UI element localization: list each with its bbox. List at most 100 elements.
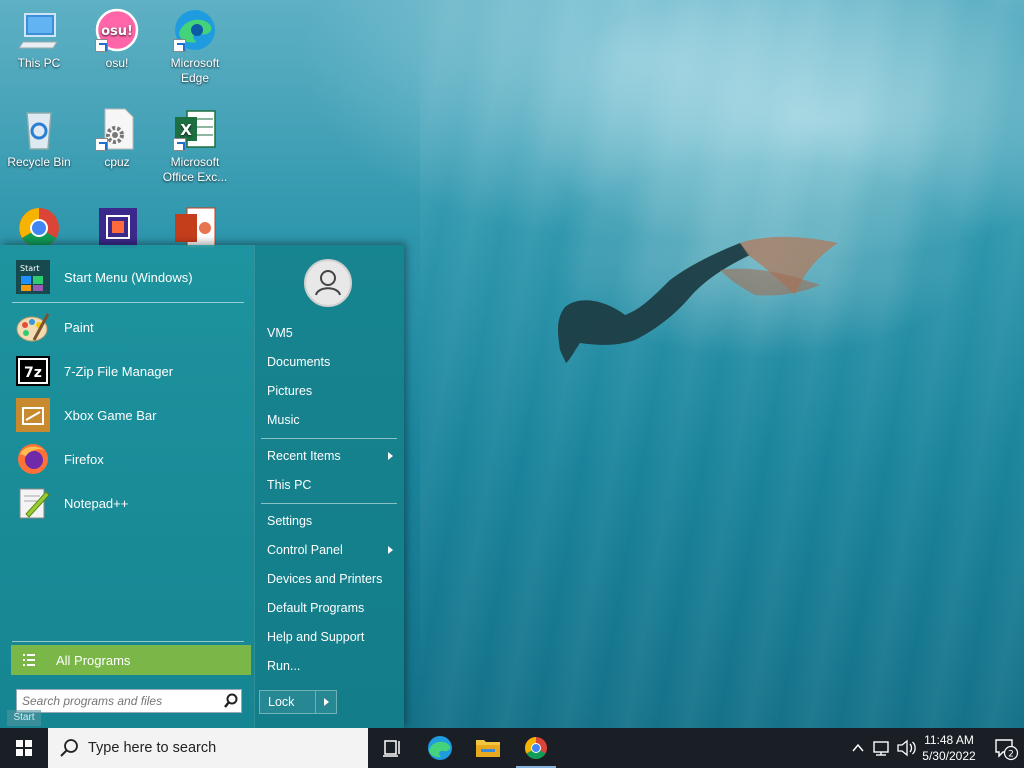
desktop-icon-label: Microsoft Office Exc... bbox=[162, 155, 228, 184]
lock-label: Lock bbox=[268, 695, 295, 709]
user-avatar[interactable] bbox=[304, 259, 352, 307]
pinned-item-label: 7-Zip File Manager bbox=[64, 363, 174, 379]
pinned-item-start-menu[interactable]: Start Start Menu (Windows) bbox=[10, 257, 246, 297]
pinned-item-label: Xbox Game Bar bbox=[64, 407, 157, 423]
taskbar-chrome[interactable] bbox=[512, 728, 560, 768]
pinned-item-label: Firefox bbox=[64, 451, 104, 467]
lock-options-chevron-icon[interactable] bbox=[316, 691, 336, 713]
start-menu-icon: Start bbox=[16, 260, 50, 294]
places-settings[interactable]: Settings bbox=[261, 508, 399, 534]
places-separator bbox=[261, 438, 397, 439]
places-user[interactable]: VM5 bbox=[261, 320, 399, 346]
powerpoint-icon bbox=[173, 206, 217, 250]
computer-icon bbox=[17, 8, 61, 52]
desktop-icon-label: osu! bbox=[105, 56, 129, 70]
chevron-right-icon bbox=[388, 452, 393, 460]
svg-text:2: 2 bbox=[1008, 750, 1014, 760]
svg-text:7z: 7z bbox=[24, 365, 42, 381]
shortcut-arrow-icon bbox=[173, 39, 186, 52]
edge-icon bbox=[428, 736, 452, 760]
start-button[interactable] bbox=[0, 728, 48, 768]
clock-time: 11:48 AM bbox=[924, 733, 974, 747]
clock[interactable]: 11:48 AM 5/30/2022 bbox=[918, 732, 980, 764]
shortcut-arrow-icon bbox=[95, 39, 108, 52]
start-search-input[interactable] bbox=[17, 691, 221, 711]
clock-date: 5/30/2022 bbox=[922, 749, 976, 763]
pinned-item-firefox[interactable]: Firefox bbox=[10, 439, 246, 479]
shortcut-arrow-icon bbox=[95, 138, 108, 151]
paint-palette-icon bbox=[16, 310, 50, 344]
all-programs-label: All Programs bbox=[56, 652, 131, 668]
excel-icon: X bbox=[173, 107, 217, 151]
desktop-icon-excel[interactable]: X Microsoft Office Exc... bbox=[158, 107, 232, 185]
desktop-icon-recycle-bin[interactable]: Recycle Bin bbox=[2, 107, 76, 170]
places-run[interactable]: Run... bbox=[261, 653, 399, 679]
windows-logo-icon bbox=[16, 740, 32, 756]
edge-icon bbox=[173, 8, 217, 52]
svg-text:Start: Start bbox=[20, 264, 40, 273]
pinned-separator bbox=[12, 302, 244, 303]
desktop-icon-label: cpuz bbox=[104, 155, 130, 169]
start-menu-places-pane: VM5 Documents Pictures Music Recent Item… bbox=[254, 245, 404, 728]
start-search-box[interactable] bbox=[16, 689, 242, 713]
pinned-item-7zip[interactable]: 7z 7-Zip File Manager bbox=[10, 351, 246, 391]
places-default-programs[interactable]: Default Programs bbox=[261, 595, 399, 621]
pinned-item-xbox-game-bar[interactable]: Xbox Game Bar bbox=[10, 395, 246, 435]
action-center-button[interactable]: 2 bbox=[984, 728, 1024, 768]
places-this-pc[interactable]: This PC bbox=[261, 472, 399, 498]
places-separator bbox=[261, 503, 397, 504]
places-pictures[interactable]: Pictures bbox=[261, 378, 399, 404]
taskbar: Type here to search 11:48 AM 5/30/2022 2 bbox=[0, 728, 1024, 768]
lock-button[interactable]: Lock bbox=[259, 690, 337, 714]
pinned-item-paint[interactable]: Paint bbox=[10, 307, 246, 347]
chrome-icon bbox=[525, 737, 547, 759]
recycle-bin-icon bbox=[17, 107, 61, 151]
places-control-panel[interactable]: Control Panel bbox=[261, 537, 399, 563]
desktop-icon-label: Microsoft Edge bbox=[170, 56, 220, 85]
folder-icon bbox=[476, 740, 500, 757]
taskbar-edge[interactable] bbox=[416, 728, 464, 768]
cpuz-file-icon bbox=[95, 107, 139, 151]
osu-icon: osu! bbox=[95, 8, 139, 52]
all-programs-separator bbox=[12, 641, 244, 642]
notification-icon: 2 bbox=[995, 739, 1019, 761]
desktop-icon-osu[interactable]: osu! osu! bbox=[80, 8, 154, 71]
xbox-game-bar-icon bbox=[16, 398, 50, 432]
volume-icon[interactable] bbox=[894, 728, 918, 768]
network-icon[interactable] bbox=[870, 728, 894, 768]
desktop-icon-this-pc[interactable]: This PC bbox=[2, 8, 76, 71]
wallpaper-diver bbox=[557, 236, 838, 363]
search-icon[interactable] bbox=[221, 691, 241, 711]
taskbar-search-placeholder: Type here to search bbox=[88, 740, 217, 756]
task-view-button[interactable] bbox=[368, 728, 416, 768]
user-icon bbox=[315, 270, 341, 296]
cpu-chip-icon bbox=[95, 206, 139, 250]
pinned-item-notepad-plus-plus[interactable]: Notepad++ bbox=[10, 483, 246, 523]
start-tooltip: Start bbox=[7, 710, 41, 726]
places-documents[interactable]: Documents bbox=[261, 349, 399, 375]
notepad-plus-plus-icon bbox=[16, 486, 50, 520]
task-view-icon bbox=[383, 740, 400, 757]
chevron-right-icon bbox=[388, 546, 393, 554]
firefox-icon bbox=[16, 442, 50, 476]
desktop-icon-label: Recycle Bin bbox=[7, 155, 71, 169]
list-icon bbox=[11, 645, 45, 675]
seven-zip-icon: 7z bbox=[16, 354, 50, 388]
system-tray: 11:48 AM 5/30/2022 2 bbox=[846, 728, 1024, 768]
desktop-icon-edge[interactable]: Microsoft Edge bbox=[158, 8, 232, 86]
taskbar-file-explorer[interactable] bbox=[464, 728, 512, 768]
svg-text:X: X bbox=[180, 121, 192, 139]
taskbar-search-box[interactable]: Type here to search bbox=[48, 728, 368, 768]
all-programs-button[interactable]: All Programs bbox=[11, 645, 251, 675]
chrome-icon bbox=[17, 206, 61, 250]
search-icon bbox=[48, 728, 88, 768]
chevron-up-icon[interactable] bbox=[846, 728, 870, 768]
shortcut-arrow-icon bbox=[173, 138, 186, 151]
places-devices-printers[interactable]: Devices and Printers bbox=[261, 566, 399, 592]
places-music[interactable]: Music bbox=[261, 407, 399, 433]
desktop-icon-cpuz[interactable]: cpuz bbox=[80, 107, 154, 170]
places-recent-items[interactable]: Recent Items bbox=[261, 443, 399, 469]
places-help-support[interactable]: Help and Support bbox=[261, 624, 399, 650]
start-menu-programs-pane: Start Start Menu (Windows) Paint 7z 7-Zi… bbox=[0, 245, 254, 728]
start-menu: Start Start Menu (Windows) Paint 7z 7-Zi… bbox=[0, 245, 404, 728]
